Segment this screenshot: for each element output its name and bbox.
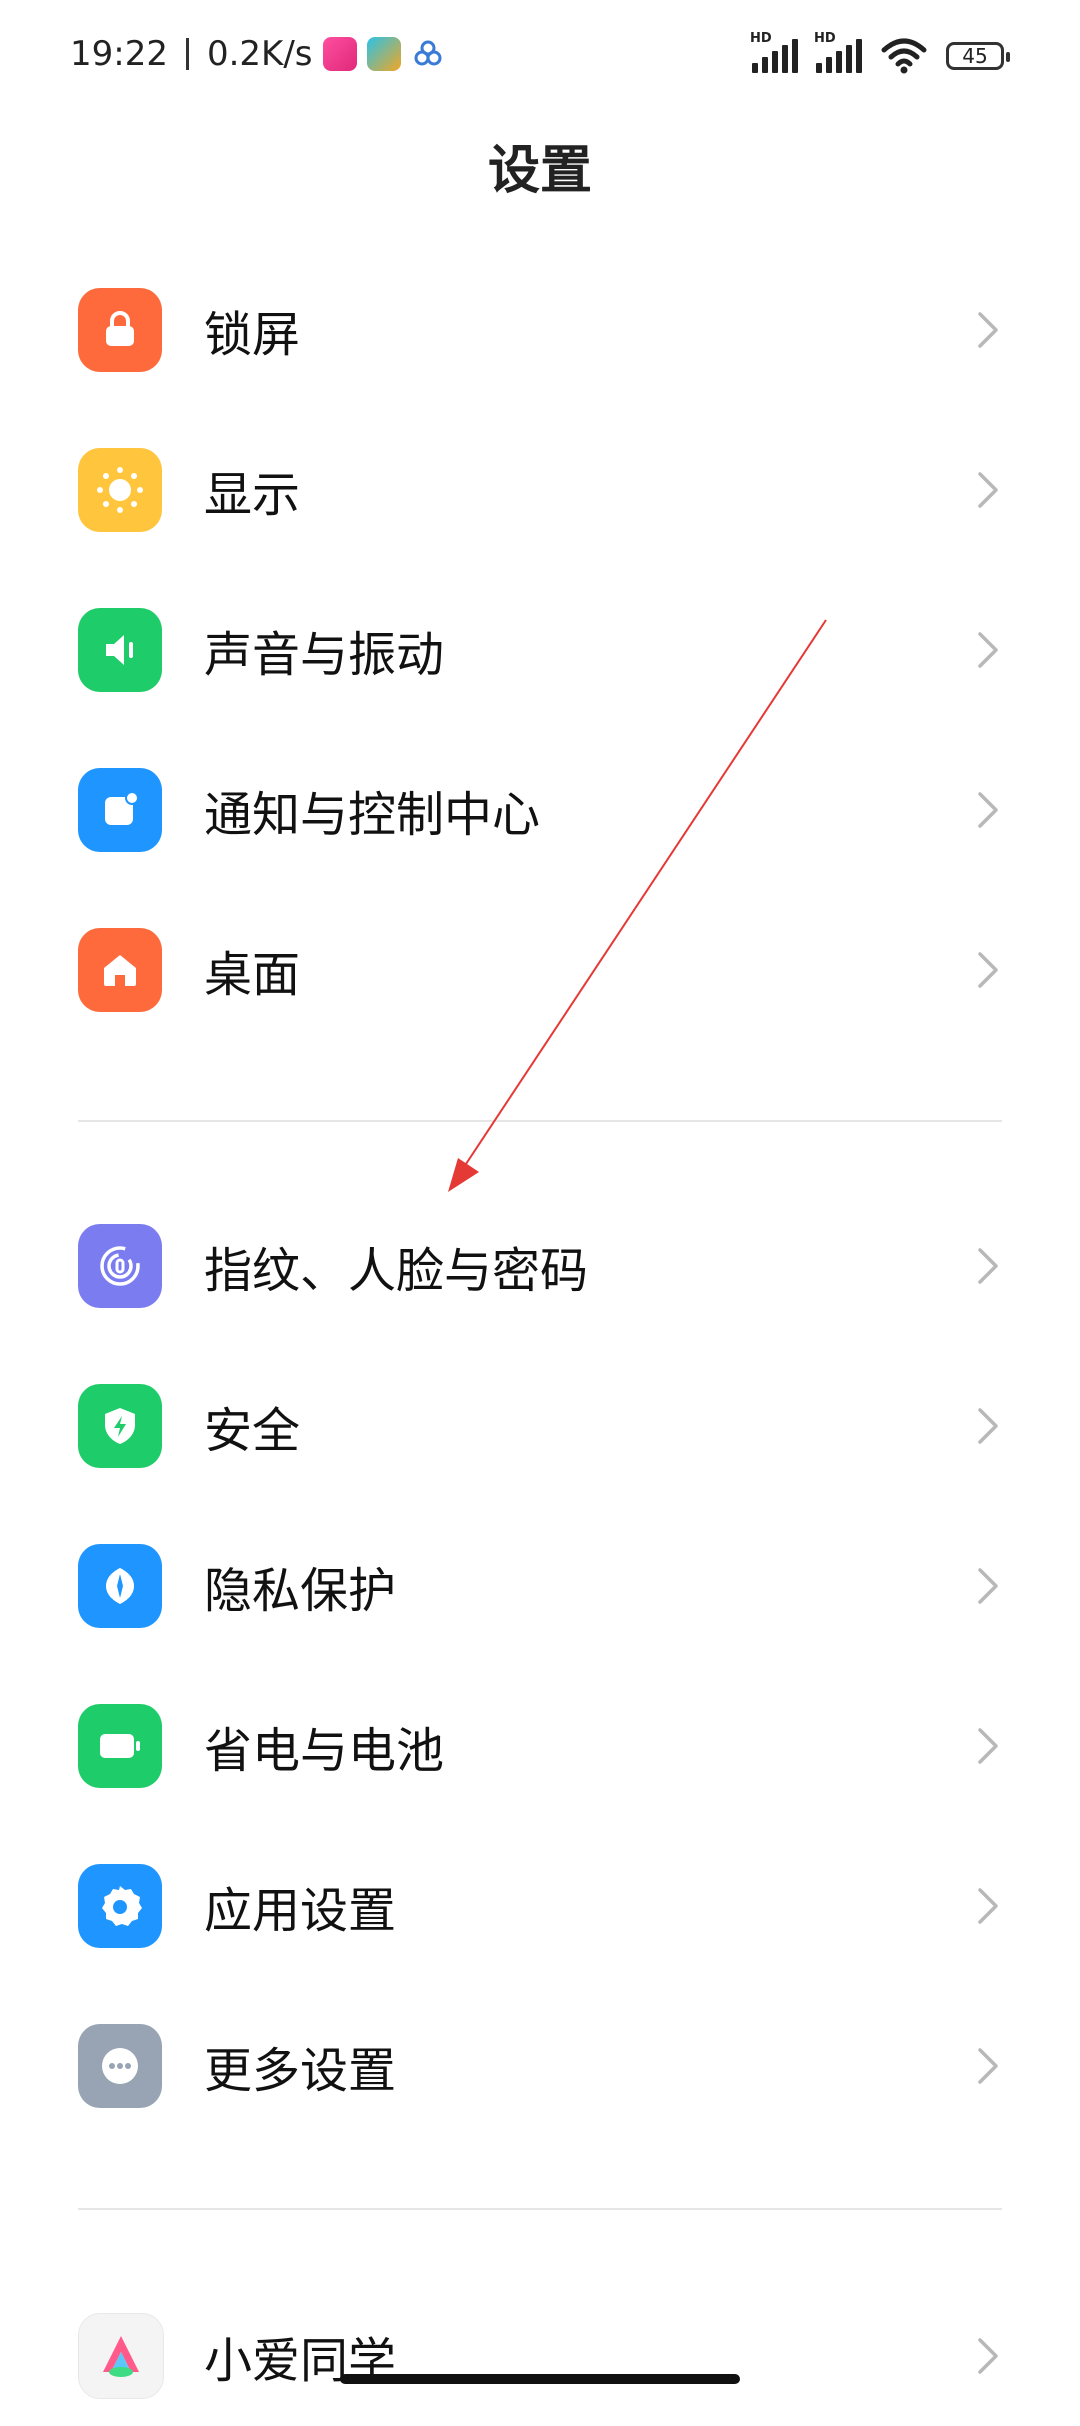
status-right: HD HD 45 <box>750 31 1010 74</box>
lock-icon <box>78 288 162 372</box>
settings-item-more-settings[interactable]: 更多设置 <box>0 1996 1080 2136</box>
settings-item-label: 省电与电池 <box>204 1723 445 1779</box>
home-icon <box>78 928 162 1012</box>
settings-item-desktop[interactable]: 桌面 <box>0 900 1080 1040</box>
signal-1-icon: HD <box>750 31 798 73</box>
home-indicator[interactable] <box>340 2374 740 2384</box>
signal-2-icon: HD <box>814 31 862 73</box>
chevron-right-icon <box>978 632 998 668</box>
settings-item-label: 应用设置 <box>204 1883 397 1939</box>
settings-item-label: 显示 <box>204 467 301 523</box>
battery-icon <box>78 1704 162 1788</box>
settings-item-label: 指纹、人脸与密码 <box>204 1243 589 1299</box>
settings-item-privacy[interactable]: 隐私保护 <box>0 1516 1080 1656</box>
notification-app-icon-3 <box>411 37 445 71</box>
settings-item-sound-vibration[interactable]: 声音与振动 <box>0 580 1080 720</box>
settings-item-label: 通知与控制中心 <box>204 787 541 843</box>
settings-item-label: 桌面 <box>204 947 301 1003</box>
settings-item-label: 声音与振动 <box>204 627 445 683</box>
chevron-right-icon <box>978 1888 998 1924</box>
settings-item-app-settings[interactable]: 应用设置 <box>0 1836 1080 1976</box>
wifi-icon <box>880 38 928 74</box>
notification-icon <box>78 768 162 852</box>
battery-indicator: 45 <box>946 42 1010 70</box>
sun-icon <box>78 448 162 532</box>
hd-label-1: HD <box>750 31 772 46</box>
fingerprint-icon <box>78 1224 162 1308</box>
settings-item-notification-control-center[interactable]: 通知与控制中心 <box>0 740 1080 880</box>
settings-item-label: 更多设置 <box>204 2043 397 2099</box>
settings-item-fingerprint-face-password[interactable]: 指纹、人脸与密码 <box>0 1196 1080 1336</box>
status-time: 19:22 <box>70 34 168 74</box>
status-left: 19:22 0.2K/s <box>70 34 445 74</box>
privacy-icon <box>78 1544 162 1628</box>
shield-icon <box>78 1384 162 1468</box>
section-divider <box>78 2208 1002 2210</box>
notification-app-icon-2 <box>366 37 401 71</box>
chevron-right-icon <box>978 2338 998 2374</box>
status-separator <box>185 38 189 70</box>
battery-level: 45 <box>962 44 988 68</box>
chevron-right-icon <box>978 1568 998 1604</box>
page-title: 设置 <box>487 141 592 201</box>
chevron-right-icon <box>978 952 998 988</box>
settings-item-label: 锁屏 <box>204 307 301 363</box>
settings-item-xiaoai[interactable]: 小爱同学 <box>0 2286 1080 2426</box>
status-bar: 19:22 0.2K/s HD HD 45 <box>0 0 1080 110</box>
section-divider <box>78 1120 1002 1122</box>
chevron-right-icon <box>978 792 998 828</box>
chevron-right-icon <box>978 1248 998 1284</box>
more-icon <box>78 2024 162 2108</box>
chevron-right-icon <box>978 312 998 348</box>
gear-icon <box>78 1864 162 1948</box>
settings-item-lock-screen[interactable]: 锁屏 <box>0 260 1080 400</box>
settings-item-battery[interactable]: 省电与电池 <box>0 1676 1080 1816</box>
xiaoai-icon <box>78 2313 164 2399</box>
status-net-speed: 0.2K/s <box>206 34 313 74</box>
settings-item-security[interactable]: 安全 <box>0 1356 1080 1496</box>
settings-item-display[interactable]: 显示 <box>0 420 1080 560</box>
hd-label-2: HD <box>814 31 836 46</box>
speaker-icon <box>78 608 162 692</box>
settings-item-label: 安全 <box>204 1403 301 1459</box>
chevron-right-icon <box>978 1408 998 1444</box>
chevron-right-icon <box>978 472 998 508</box>
settings-item-label: 隐私保护 <box>204 1563 397 1619</box>
chevron-right-icon <box>978 1728 998 1764</box>
chevron-right-icon <box>978 2048 998 2084</box>
notification-app-icon-1 <box>322 37 357 71</box>
